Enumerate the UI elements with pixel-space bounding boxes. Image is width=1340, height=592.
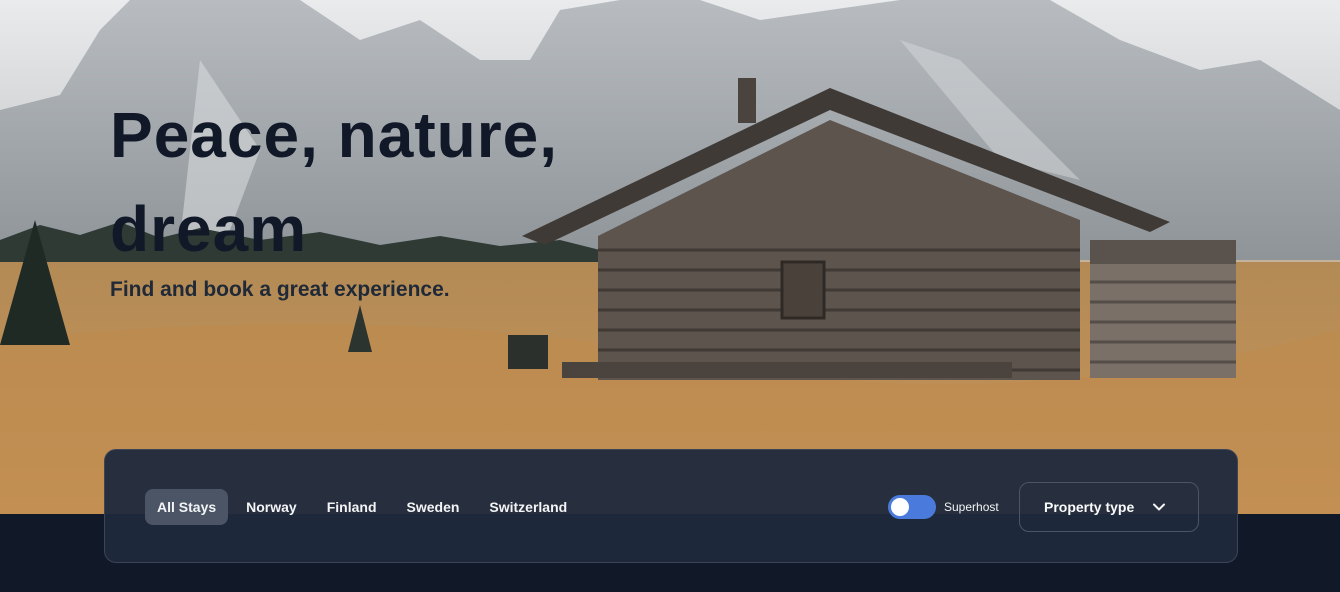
property-type-select[interactable]: Property type [1019, 482, 1199, 532]
tab-sweden[interactable]: Sweden [395, 489, 472, 525]
superhost-label: Superhost [944, 500, 999, 514]
property-type-label: Property type [1044, 499, 1135, 515]
country-tabs: All Stays Norway Finland Sweden Switzerl… [145, 489, 579, 525]
superhost-toggle[interactable] [888, 495, 936, 519]
hero-title: Peace, nature, dream [110, 99, 558, 265]
filter-panel: All Stays Norway Finland Sweden Switzerl… [104, 449, 1238, 563]
superhost-filter: Superhost [888, 495, 999, 519]
tab-finland[interactable]: Finland [315, 489, 389, 525]
tab-all-stays[interactable]: All Stays [145, 489, 229, 525]
chevron-down-icon [1153, 503, 1166, 511]
tab-switzerland[interactable]: Switzerland [477, 489, 579, 525]
hero-section: Peace, nature, dream Find and book a gre… [0, 0, 1340, 514]
toggle-knob [891, 498, 909, 516]
hero-subtitle: Find and book a great experience. [110, 278, 450, 301]
tab-norway[interactable]: Norway [234, 489, 309, 525]
